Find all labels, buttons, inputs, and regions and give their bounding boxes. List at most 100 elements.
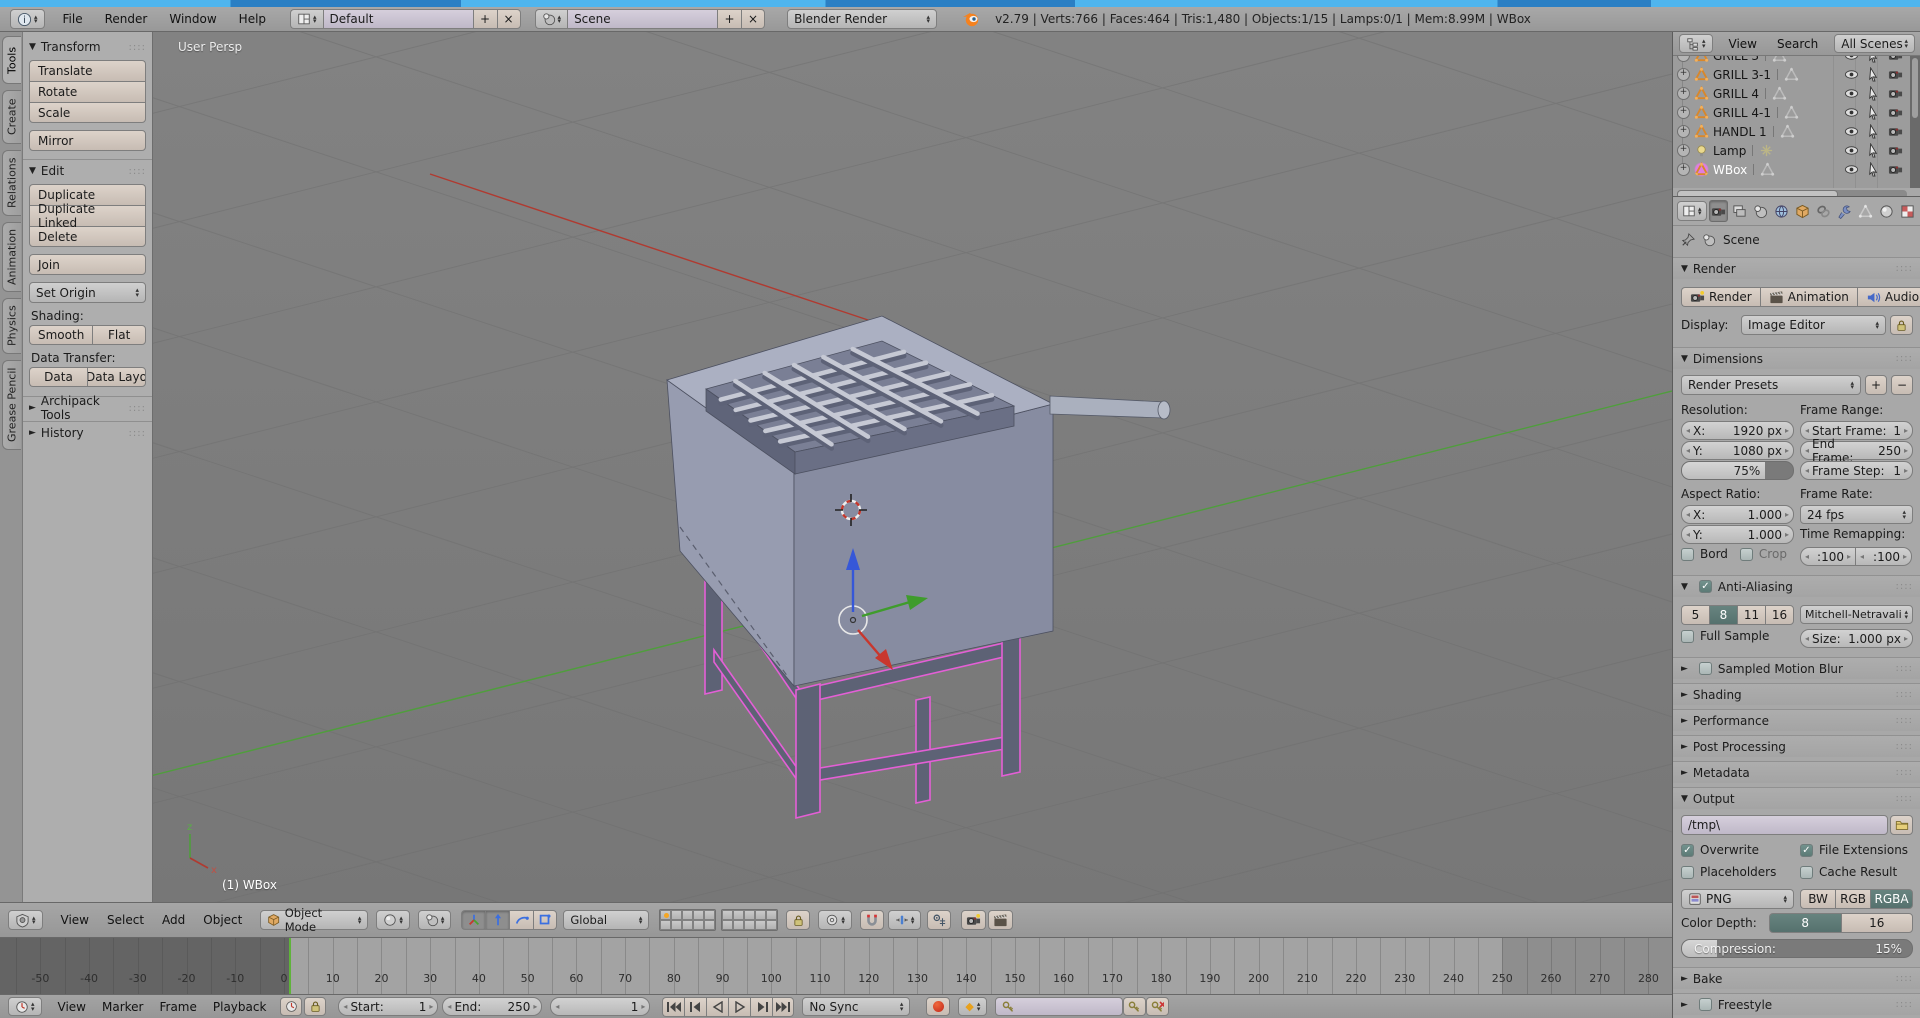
data-layout-button[interactable]: Data Layo [87,367,146,387]
aspect-y-field[interactable]: ◂ Y: 1.000 ▸ [1681,525,1794,544]
aa-samples-16-button[interactable]: 16 [1765,605,1794,625]
resolution-x-field[interactable]: ◂ X: 1920 px ▸ [1681,421,1794,440]
panel-header-render[interactable]: Render [1673,257,1920,279]
panel-drag-dots-icon[interactable] [1896,353,1913,364]
show-seconds-button[interactable] [280,997,303,1016]
aa-samples-8-button[interactable]: 8 [1709,605,1737,625]
proportional-edit-select[interactable] [818,910,852,930]
manipulator-toggle-button[interactable] [461,910,486,930]
frame-step-field[interactable]: ◂ Frame Step: 1 ▸ [1800,461,1913,480]
layer-cell[interactable] [693,910,705,920]
record-button[interactable] [926,997,951,1016]
expand-icon[interactable]: + [1677,163,1690,176]
menu-view[interactable]: View [1725,37,1761,51]
menu-render[interactable]: Render [101,12,152,26]
selectable-cursor-icon[interactable] [1866,162,1881,177]
expand-icon[interactable]: + [1677,56,1690,62]
layer-cell[interactable] [733,920,745,930]
add-layout-button[interactable]: + [472,9,497,29]
menu-view[interactable]: View [54,1000,90,1014]
layer-cell[interactable] [755,920,767,930]
renderable-camera-icon[interactable] [1888,124,1903,139]
tab-render-layers[interactable] [1730,200,1749,222]
panel-header-dimensions[interactable]: Dimensions [1673,347,1920,369]
prev-keyframe-button[interactable] [684,996,707,1017]
expand-icon[interactable]: + [1677,106,1690,119]
layer-cell[interactable] [671,910,683,920]
time-remap-old-field[interactable]: ◂:100 ▸ [1800,547,1856,566]
aspect-x-field[interactable]: ◂ X: 1.000 ▸ [1681,505,1794,524]
renderable-camera-icon[interactable] [1888,67,1903,82]
tab-physics[interactable]: Physics [2,298,21,354]
menu-search[interactable]: Search [1773,37,1822,51]
border-checkbox[interactable] [1681,547,1694,561]
panel-drag-dots-icon[interactable] [1896,767,1913,778]
data-button[interactable]: Data [29,367,87,387]
visibility-eye-icon[interactable] [1844,56,1859,63]
color-depth-16-button[interactable]: 16 [1840,913,1913,933]
object-name[interactable]: HANDL 1 [1713,125,1767,139]
freestyle-checkbox[interactable] [1698,998,1712,1011]
menu-file[interactable]: File [59,12,87,26]
layer-cell[interactable] [693,920,705,930]
shade-smooth-button[interactable]: Smooth [29,325,93,345]
pin-icon[interactable] [1681,233,1695,247]
editor-type-selector[interactable] [8,910,43,930]
outliner-row[interactable]: + WBox [1677,160,1909,179]
snap-element-select[interactable] [887,910,922,930]
aa-filter-select[interactable]: Mitchell-Netravali [1800,605,1913,624]
menu-object[interactable]: Object [199,913,246,927]
screen-layout-browse[interactable] [290,9,323,29]
overwrite-checkbox[interactable] [1681,843,1694,857]
layer-cell[interactable] [722,920,734,930]
tab-grease-pencil[interactable]: Grease Pencil [2,360,21,450]
panel-header-antialiasing[interactable]: Anti-Aliasing [1673,575,1920,597]
panel-drag-dots-icon[interactable] [1896,263,1913,274]
file-extensions-checkbox[interactable] [1800,843,1813,857]
output-path-field[interactable]: /tmp\ [1681,815,1888,835]
display-mode-select[interactable]: Image Editor [1741,315,1886,335]
tab-animation[interactable]: Animation [2,222,21,292]
add-scene-button[interactable]: + [717,9,742,29]
snap-target-button[interactable] [927,910,952,930]
shade-flat-button[interactable]: Flat [92,325,146,345]
panel-header-history[interactable]: History [23,422,152,444]
translate-manipulator-button[interactable] [485,910,510,930]
rotate-manipulator-button[interactable] [509,910,534,930]
resolution-percentage-slider[interactable]: 75% [1681,461,1794,480]
channels-rgba-button[interactable]: RGBA [1870,889,1913,909]
screen-layout-name[interactable]: Default [322,9,473,29]
selectable-cursor-icon[interactable] [1866,105,1881,120]
tab-scene[interactable] [1751,200,1770,222]
panel-drag-dots-icon[interactable] [1896,715,1913,726]
panel-drag-dots-icon[interactable] [1896,581,1913,592]
renderable-camera-icon[interactable] [1888,86,1903,101]
menu-playback[interactable]: Playback [209,1000,271,1014]
resolution-y-field[interactable]: ◂ Y: 1080 px ▸ [1681,441,1794,460]
sync-mode-select[interactable]: No Sync [802,997,911,1016]
duplicate-linked-button[interactable]: Duplicate Linked [29,202,146,230]
layer-cell[interactable] [704,910,716,920]
next-keyframe-button[interactable] [750,996,773,1017]
panel-header-freestyle[interactable]: Freestyle [1673,993,1920,1015]
active-keying-set-field[interactable] [995,997,1124,1016]
sampled-motion-blur-checkbox[interactable] [1698,662,1712,675]
menu-add[interactable]: Add [158,913,189,927]
browse-output-path-button[interactable] [1890,815,1913,835]
menu-window[interactable]: Window [165,12,220,26]
panel-drag-dots-icon[interactable] [129,428,146,439]
cache-result-checkbox[interactable] [1800,865,1813,879]
mirror-button[interactable]: Mirror [29,130,146,151]
object-name[interactable]: Lamp [1713,144,1746,158]
selectable-cursor-icon[interactable] [1866,124,1881,139]
layer-cell[interactable] [660,910,672,920]
panel-drag-dots-icon[interactable] [129,403,146,414]
channels-bw-button[interactable]: BW [1800,889,1836,909]
tab-relations[interactable]: Relations [2,150,21,216]
file-format-select[interactable]: PNG [1681,889,1794,909]
renderable-camera-icon[interactable] [1888,105,1903,120]
layer-cell[interactable] [722,910,734,920]
tab-world[interactable] [1772,200,1791,222]
delete-keyframe-button[interactable] [1146,997,1170,1016]
start-frame-field[interactable]: ◂ Start: 1 ▸ [338,997,439,1016]
